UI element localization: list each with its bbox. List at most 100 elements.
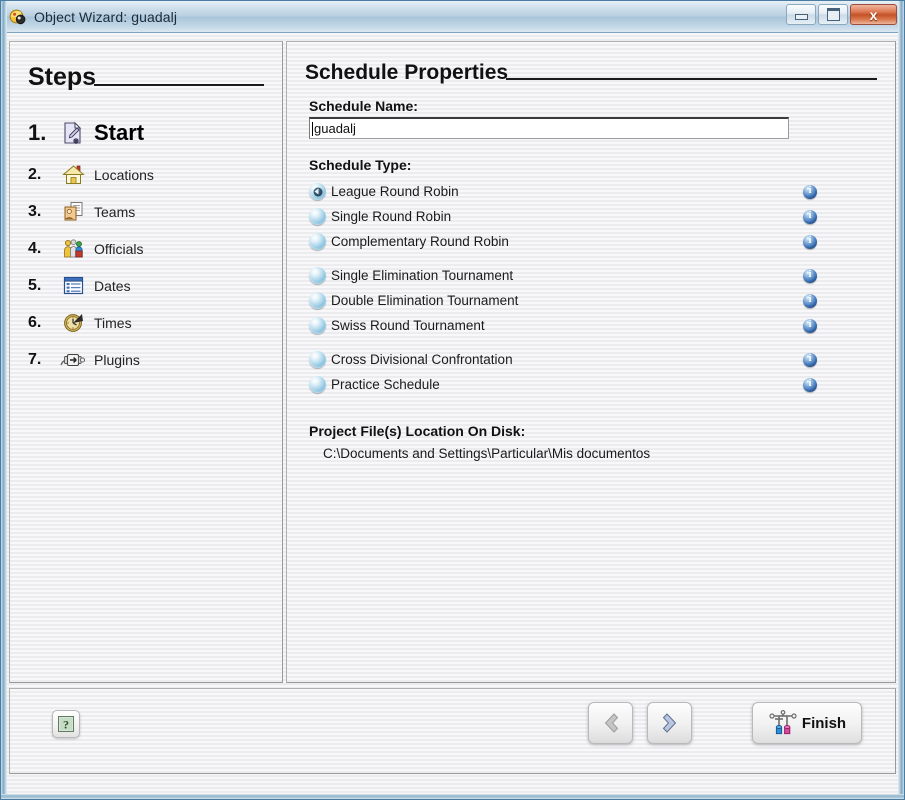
radio-button[interactable]	[309, 267, 326, 285]
radio-label: Complementary Round Robin	[331, 234, 509, 250]
info-icon[interactable]	[803, 268, 817, 283]
title-bar: Object Wizard: guadalj x	[1, 1, 904, 33]
wizard-footer: ? Finish	[9, 688, 896, 774]
step-number: 1.	[28, 120, 47, 146]
people-icon	[58, 236, 88, 262]
back-button[interactable]	[588, 702, 633, 744]
minimize-button[interactable]	[786, 4, 816, 25]
radio-button[interactable]	[309, 292, 326, 310]
sidebar-item-plugins[interactable]: 7. Plugins	[28, 341, 264, 378]
next-button[interactable]	[647, 702, 692, 744]
sidebar-item-label: Locations	[94, 166, 154, 183]
step-number: 4.	[28, 239, 42, 257]
close-button[interactable]: x	[850, 4, 897, 25]
step-number: 5.	[28, 276, 42, 294]
radio-label: League Round Robin	[331, 184, 459, 200]
minimize-icon	[794, 14, 808, 20]
page-title: Schedule Properties	[305, 61, 509, 84]
finish-button[interactable]: Finish	[752, 702, 862, 744]
sidebar-item-label: Start	[94, 120, 145, 146]
radio-button[interactable]	[309, 351, 326, 369]
radio-option-practice-schedule[interactable]: Practice Schedule	[309, 372, 877, 397]
window-title: Object Wizard: guadalj	[34, 8, 178, 25]
window-frame-left	[1, 1, 7, 799]
step-number: 6.	[28, 313, 42, 331]
radio-option-swiss-round-tournament[interactable]: Swiss Round Tournament	[309, 313, 877, 338]
sidebar-item-officials[interactable]: 4. Officials	[28, 230, 264, 267]
radio-option-single-round-robin[interactable]: Single Round Robin	[309, 204, 877, 229]
window-controls: x	[784, 4, 897, 25]
bracket-icon	[768, 710, 798, 736]
schedule-name-input[interactable]: guadalj	[309, 117, 789, 140]
radio-button[interactable]	[309, 233, 326, 251]
schedule-type-label: Schedule Type:	[309, 157, 412, 174]
info-icon[interactable]	[803, 184, 817, 199]
sidebar-item-times[interactable]: 6. Times	[28, 304, 264, 341]
properties-heading-row: Schedule Properties	[305, 61, 877, 84]
radio-label: Practice Schedule	[331, 377, 440, 393]
back-chevron-icon	[599, 711, 623, 735]
sidebar-item-label: Officials	[94, 240, 144, 257]
text-caret	[312, 121, 313, 136]
project-location-label: Project File(s) Location On Disk:	[309, 423, 526, 440]
finish-button-label: Finish	[801, 714, 847, 732]
next-chevron-icon	[658, 711, 682, 735]
radio-label: Swiss Round Tournament	[331, 318, 485, 334]
step-number: 2.	[28, 165, 42, 183]
info-icon[interactable]	[803, 293, 817, 308]
radio-label: Single Elimination Tournament	[331, 268, 514, 284]
steps-heading: Steps	[28, 63, 97, 91]
client-area: Steps 1. Start 2. Locations 3. Teams 4. …	[1, 33, 904, 799]
info-icon[interactable]	[803, 209, 817, 224]
steps-panel: Steps 1. Start 2. Locations 3. Teams 4. …	[9, 41, 283, 683]
info-icon[interactable]	[803, 352, 817, 367]
schedule-name-label: Schedule Name:	[309, 98, 418, 115]
window-frame-bottom	[1, 794, 904, 799]
radio-option-league-round-robin[interactable]: League Round Robin	[309, 179, 877, 204]
info-icon[interactable]	[803, 318, 817, 333]
help-button[interactable]: ?	[52, 710, 80, 738]
radio-option-single-elimination-tournament[interactable]: Single Elimination Tournament	[309, 263, 877, 288]
sidebar-item-teams[interactable]: 3. Teams	[28, 193, 264, 230]
info-icon[interactable]	[803, 234, 817, 249]
wizard-ball-icon	[9, 8, 27, 26]
steps-heading-row: Steps	[28, 64, 264, 90]
calendar-icon	[58, 273, 88, 299]
new-document-icon	[58, 120, 88, 146]
house-icon	[58, 162, 88, 188]
sidebar-item-start[interactable]: 1. Start	[28, 110, 264, 156]
clock-icon	[58, 310, 88, 336]
maximize-button[interactable]	[818, 4, 848, 25]
cards-icon	[58, 199, 88, 225]
radio-button[interactable]	[309, 208, 326, 226]
radio-button[interactable]	[309, 183, 326, 201]
sidebar-item-dates[interactable]: 5. Dates	[28, 267, 264, 304]
sidebar-item-label: Dates	[94, 277, 131, 294]
steps-heading-rule	[94, 84, 264, 87]
panels-row: Steps 1. Start 2. Locations 3. Teams 4. …	[9, 41, 896, 683]
radio-button[interactable]	[309, 376, 326, 394]
sidebar-item-locations[interactable]: 2. Locations	[28, 156, 264, 193]
plug-icon	[58, 347, 88, 373]
close-icon: x	[869, 6, 878, 23]
steps-list: 1. Start 2. Locations 3. Teams 4. Offici…	[28, 110, 264, 378]
radio-label: Single Round Robin	[331, 209, 452, 225]
sidebar-item-label: Plugins	[94, 351, 140, 368]
radio-selected-dot	[313, 187, 322, 197]
sidebar-item-label: Times	[94, 314, 132, 331]
help-question-icon: ?	[57, 715, 75, 733]
radio-label: Double Elimination Tournament	[331, 293, 519, 309]
radio-label: Cross Divisional Confrontation	[331, 352, 513, 368]
step-number: 7.	[28, 350, 42, 368]
radio-option-double-elimination-tournament[interactable]: Double Elimination Tournament	[309, 288, 877, 313]
maximize-icon	[826, 8, 840, 21]
window-frame-right	[898, 1, 904, 799]
radio-option-complementary-round-robin[interactable]: Complementary Round Robin	[309, 229, 877, 254]
info-icon[interactable]	[803, 377, 817, 392]
radio-button[interactable]	[309, 317, 326, 335]
radio-option-cross-divisional-confrontation[interactable]: Cross Divisional Confrontation	[309, 347, 877, 372]
schedule-name-value: guadalj	[314, 121, 356, 137]
schedule-properties-panel: Schedule Properties Schedule Name: guada…	[286, 41, 896, 683]
project-location-path: C:\Documents and Settings\Particular\Mis…	[323, 446, 651, 462]
schedule-type-radio-group: League Round Robin Single Round Robin Co…	[309, 179, 877, 397]
